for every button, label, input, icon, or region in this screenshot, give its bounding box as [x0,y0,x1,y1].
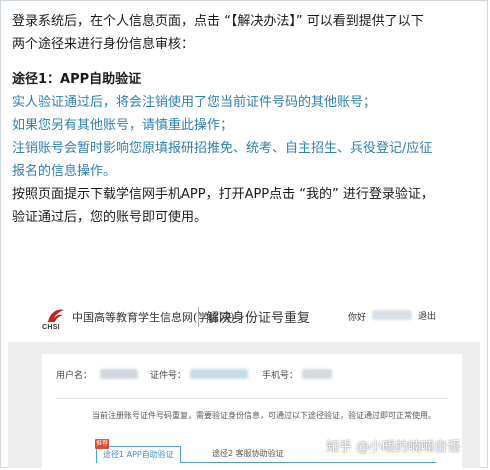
blurred-user-value [100,369,138,379]
tab-service-label: 途径2 客服协助验证 [212,449,284,458]
greeting-text: 你好 [348,313,367,323]
logout-link[interactable]: 退出 [418,309,436,322]
id-label: 证件号： [150,371,187,381]
site-header: CHSI 中国高等教育学生信息网(学信网) 解决身份证号重复 你好 退出 [8,296,480,342]
recommended-badge: 推荐 [95,439,109,449]
verification-notice: 当前注册账号证件号码重复，需要验证身份信息，可通过以下途径验证，验证通过即可正常… [92,411,436,420]
instruction-line-1: 按照页面提示下载学信网手机APP，打开APP点击 “我的” 进行登录验证， [12,187,434,202]
tab-app-label: 途径1 APP自助验证 [103,450,174,459]
phone-label: 手机号： [262,371,299,381]
intro-line-2: 两个途径来进行身份信息审核： [12,37,195,52]
warning-line-2: 如果您另有其他账号，请慎重此操作； [12,118,234,133]
warning-line-3: 注销账号会暂时影响您原填报研招推免、统考、自主招生、兵役登记/应征 [12,141,433,156]
user-label: 用户名： [56,371,93,381]
card-divider [56,398,448,399]
header-divider [198,307,199,327]
zhihu-watermark: 知乎 @小晤的喃喃自语 [326,440,461,455]
screenshot-page-title: 解决身份证号重复 [206,311,311,326]
blurred-username [372,310,412,320]
intro-line-1: 登录系统后，在个人信息页面，点击 “【解决办法】” 可以看到提供了以下 [12,14,424,29]
blurred-id-value [190,369,248,379]
article-text: 登录系统后，在个人信息页面，点击 “【解决办法】” 可以看到提供了以下 两个途径… [12,10,478,229]
chsi-label: CHSI [42,324,60,331]
warning-line-1: 实人验证通过后，将会注销使用了您当前证件号码的其他账号； [12,95,377,110]
instruction-line-2: 验证通过后，您的账号即可使用。 [12,210,208,225]
tab-app-verification[interactable]: 推荐 途径1 APP自助验证 [95,439,181,463]
tab-service-verification[interactable]: 途径2 客服协助验证 [206,446,290,462]
blurred-phone-value [302,369,332,379]
warning-line-4: 报名的信息操作。 [12,164,117,179]
section-heading: 途径1：APP自助验证 [12,72,142,87]
